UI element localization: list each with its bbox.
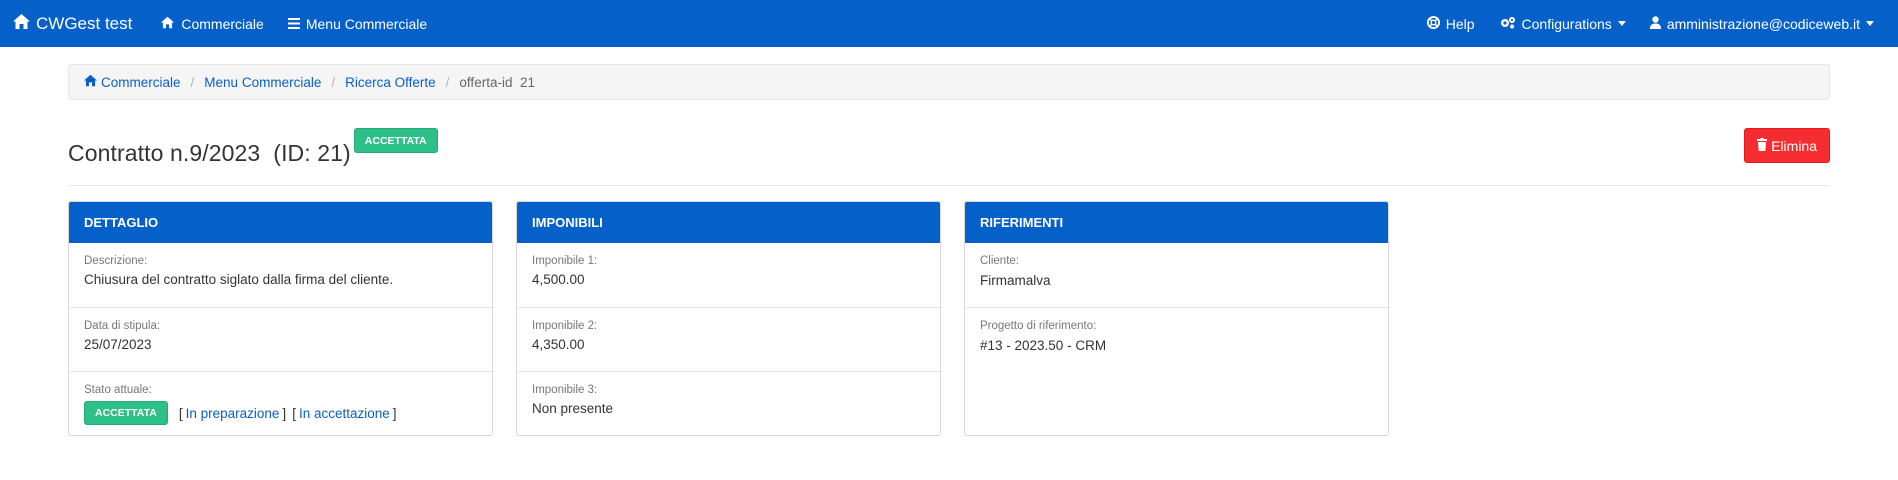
delete-button-label: Elimina <box>1771 137 1817 154</box>
status-badge: ACCETTATA <box>84 401 168 425</box>
nav-help-label: Help <box>1445 15 1475 32</box>
brand-name: CWGest test <box>36 13 133 33</box>
nav-menu-commerciale[interactable]: Menu Commerciale <box>276 0 439 47</box>
main-container: Commerciale / Menu Commerciale / Ricerca… <box>0 64 1898 436</box>
nav-user-email: amministrazione@codiceweb.it <box>1666 15 1860 32</box>
breadcrumb-separator: / <box>190 74 195 90</box>
panel-dettaglio: DETTAGLIO Descrizione: Chiusura del cont… <box>68 201 493 436</box>
life-ring-icon <box>1426 15 1446 32</box>
breadcrumb-separator: / <box>331 74 336 90</box>
field-label: Progetto di riferimento: <box>980 320 1097 332</box>
chevron-down-icon <box>1617 21 1626 26</box>
top-navbar: CWGest test Commerciale Menu Commerciale… <box>0 0 1898 47</box>
breadcrumb-item-ricerca-offerte[interactable]: Ricerca Offerte <box>345 75 436 90</box>
field-label: Imponibile 1: <box>532 255 598 267</box>
breadcrumb-active: offerta-id 21 <box>459 74 535 90</box>
nav-help[interactable]: Help <box>1415 0 1487 47</box>
nav-commerciale-label: Commerciale <box>181 15 264 32</box>
status-link-in-accettazione[interactable]: In accettazione <box>299 406 390 421</box>
nav-configurations-label: Configurations <box>1521 15 1612 32</box>
bracket-open: [ <box>292 405 296 421</box>
panel-heading: DETTAGLIO <box>69 202 492 243</box>
field-value: Chiusura del contratto siglato dalla fir… <box>84 272 394 287</box>
brand-link[interactable]: CWGest test <box>12 13 132 35</box>
field-label: Descrizione: <box>84 255 148 267</box>
field-value: 4,350.00 <box>532 337 585 352</box>
field-label: Cliente: <box>980 255 1019 267</box>
field-value: Non presente <box>532 401 614 416</box>
panel-heading: IMPONIBILI <box>517 202 940 243</box>
panels-row: DETTAGLIO Descrizione: Chiusura del cont… <box>68 201 1830 436</box>
field-label: Imponibile 3: <box>532 384 598 396</box>
status-badge: ACCETTATA <box>353 128 438 153</box>
imponibile-row-2: Imponibile 2: 4,350.00 <box>517 307 940 371</box>
breadcrumb-item-commerciale[interactable]: Commerciale <box>83 74 181 90</box>
menu-icon <box>287 16 306 32</box>
nav-menu-commerciale-label: Menu Commerciale <box>305 15 428 32</box>
riferimento-row-cliente: Cliente: Firmamalva <box>965 243 1388 307</box>
breadcrumb-separator: / <box>445 74 450 90</box>
field-value: 25/07/2023 <box>84 337 152 352</box>
field-value: 4,500.00 <box>532 272 585 287</box>
imponibile-row-1: Imponibile 1: 4,500.00 <box>517 243 940 307</box>
nav-configurations-dropdown[interactable]: Configurations <box>1487 0 1638 47</box>
nav-user-dropdown[interactable]: amministrazione@codiceweb.it <box>1638 0 1886 47</box>
home-icon <box>160 16 181 32</box>
home-icon <box>12 13 36 35</box>
progetto-link[interactable]: #13 - 2023.50 - CRM <box>980 338 1106 353</box>
detail-row-data-stipula: Data di stipula: 25/07/2023 <box>69 307 492 371</box>
nav-commerciale[interactable]: Commerciale <box>148 0 275 47</box>
riferimento-row-progetto: Progetto di riferimento: #13 - 2023.50 -… <box>965 307 1388 371</box>
status-link-in-preparazione[interactable]: In preparazione <box>186 406 280 421</box>
bracket-close: ] <box>392 405 397 421</box>
detail-row-stato: Stato attuale: ACCETTATA [ In preparazio… <box>69 371 492 435</box>
user-icon <box>1649 15 1667 32</box>
breadcrumb: Commerciale / Menu Commerciale / Ricerca… <box>68 64 1830 100</box>
page-title: Contratto n.9/2023 (ID: 21) <box>68 140 351 166</box>
chevron-down-icon <box>1866 21 1874 26</box>
bracket-close: ] <box>282 405 287 421</box>
panel-riferimenti: RIFERIMENTI Cliente: Firmamalva Progetto… <box>964 201 1389 436</box>
home-icon <box>83 74 101 90</box>
panel-heading: RIFERIMENTI <box>965 202 1388 243</box>
panel-imponibili: IMPONIBILI Imponibile 1: 4,500.00 Imponi… <box>516 201 941 436</box>
trash-icon <box>1757 137 1771 154</box>
gears-icon <box>1499 16 1522 32</box>
imponibile-row-3: Imponibile 3: Non presente <box>517 371 940 435</box>
field-label: Stato attuale: <box>84 384 152 396</box>
cliente-link[interactable]: Firmamalva <box>980 273 1051 288</box>
bracket-open: [ <box>178 405 183 421</box>
breadcrumb-item-menu-commerciale[interactable]: Menu Commerciale <box>204 75 321 90</box>
field-label: Data di stipula: <box>84 320 161 332</box>
page-header: Contratto n.9/2023 (ID: 21) ACCETTATA El… <box>68 128 1830 186</box>
field-label: Imponibile 2: <box>532 320 598 332</box>
delete-button[interactable]: Elimina <box>1744 128 1830 163</box>
detail-row-descrizione: Descrizione: Chiusura del contratto sigl… <box>69 243 492 307</box>
breadcrumb-label: Commerciale <box>101 74 181 90</box>
